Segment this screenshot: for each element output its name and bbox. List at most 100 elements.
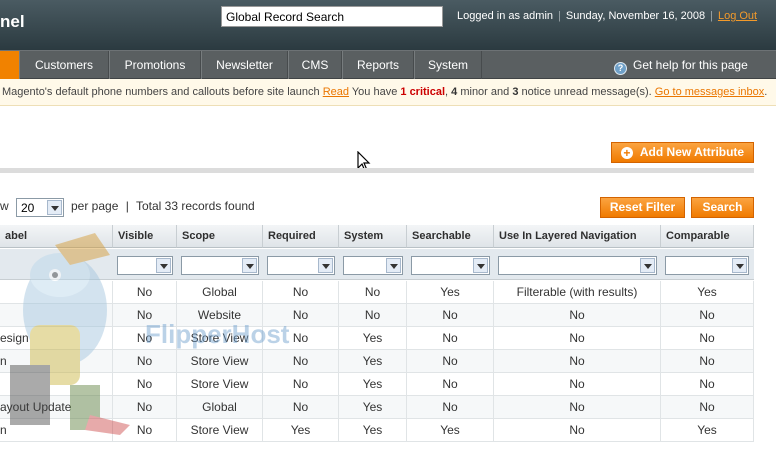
notice-text-5: notice unread message(s).: [518, 86, 655, 98]
main-nav: Customers Promotions Newsletter CMS Repo…: [0, 50, 776, 79]
cell-label: [0, 373, 113, 396]
nav-item-active[interactable]: [0, 51, 19, 79]
chevron-down-icon: [156, 258, 171, 273]
messages-inbox-link[interactable]: Go to messages inbox: [655, 86, 764, 98]
cell-comparable: No: [661, 327, 754, 350]
cell-searchable: No: [407, 350, 494, 373]
logout-link[interactable]: Log Out: [718, 10, 757, 22]
column-header-visible[interactable]: Visible: [113, 225, 177, 248]
chevron-down-icon: [473, 258, 488, 273]
cell-layered-navigation: No: [494, 304, 661, 327]
cell-visible: No: [113, 396, 177, 419]
filter-visible-select[interactable]: [117, 256, 173, 275]
cell-searchable: Yes: [407, 419, 494, 442]
cell-searchable: No: [407, 373, 494, 396]
cell-layered-navigation: No: [494, 327, 661, 350]
table-row[interactable]: No Global No No Yes Filterable (with results)…: [0, 281, 754, 304]
column-header-required[interactable]: Required: [263, 225, 339, 248]
notice-text-1: Magento's default phone numbers and call…: [2, 86, 323, 98]
table-row[interactable]: esign No Store View No Yes No No No: [0, 327, 754, 350]
cell-visible: No: [113, 327, 177, 350]
cell-required: No: [263, 396, 339, 419]
table-row[interactable]: No Website No No No No No: [0, 304, 754, 327]
column-header-layered-navigation[interactable]: Use In Layered Navigation: [494, 225, 661, 248]
cell-required: Yes: [263, 419, 339, 442]
cell-comparable: No: [661, 373, 754, 396]
column-header-comparable[interactable]: Comparable: [661, 225, 754, 248]
cell-system: Yes: [339, 419, 407, 442]
cell-layered-navigation: No: [494, 396, 661, 419]
cell-label: n: [0, 350, 113, 373]
add-new-attribute-button[interactable]: + Add New Attribute: [611, 142, 754, 163]
global-search-input[interactable]: [221, 6, 443, 27]
cell-scope: Store View: [177, 419, 263, 442]
table-row[interactable]: n No Store View Yes Yes Yes No Yes: [0, 419, 754, 442]
nav-item-system[interactable]: System: [414, 51, 482, 79]
cell-visible: No: [113, 419, 177, 442]
filter-row: [0, 249, 754, 280]
cell-searchable: No: [407, 327, 494, 350]
cell-comparable: Yes: [661, 281, 754, 304]
nav-item-promotions[interactable]: Promotions: [109, 51, 201, 79]
nav-item-reports[interactable]: Reports: [342, 51, 414, 79]
column-header-scope[interactable]: Scope: [177, 225, 263, 248]
cell-label: [0, 304, 113, 327]
table-row[interactable]: n No Store View No Yes No No No: [0, 350, 754, 373]
content-divider: [0, 168, 754, 173]
cell-system: Yes: [339, 327, 407, 350]
nav-item-customers[interactable]: Customers: [19, 51, 109, 79]
cell-label: n: [0, 419, 113, 442]
cell-label: esign: [0, 327, 113, 350]
filter-scope-select[interactable]: [181, 256, 259, 275]
chevron-down-icon: [47, 200, 62, 215]
help-link[interactable]: ? Get help for this page: [614, 51, 748, 79]
cell-visible: No: [113, 350, 177, 373]
filter-required-select[interactable]: [267, 256, 335, 275]
pager-separator: |: [125, 199, 129, 213]
filter-system-select[interactable]: [343, 256, 403, 275]
cell-required: No: [263, 281, 339, 304]
cell-required: No: [263, 350, 339, 373]
cell-system: Yes: [339, 350, 407, 373]
add-new-attribute-label: Add New Attribute: [639, 145, 745, 159]
chevron-down-icon: [732, 258, 747, 273]
plus-icon: +: [620, 147, 633, 159]
cell-searchable: No: [407, 396, 494, 419]
chevron-down-icon: [242, 258, 257, 273]
cell-scope: Website: [177, 304, 263, 327]
cell-layered-navigation: No: [494, 419, 661, 442]
cell-label: ayout Update: [0, 396, 113, 419]
filter-searchable-select[interactable]: [411, 256, 490, 275]
date-text: Sunday, November 16, 2008: [565, 10, 706, 22]
cell-system: Yes: [339, 396, 407, 419]
notice-read-link[interactable]: Read: [323, 86, 349, 98]
column-header-searchable[interactable]: Searchable: [407, 225, 494, 248]
logged-in-text: Logged in as admin: [457, 10, 554, 22]
column-header-system[interactable]: System: [339, 225, 407, 248]
notice-text-2: You have: [349, 86, 401, 98]
reset-filter-button[interactable]: Reset Filter: [600, 197, 685, 218]
per-page-value: 20: [21, 201, 35, 215]
cell-required: No: [263, 304, 339, 327]
per-page-label: per page: [71, 199, 119, 213]
cell-comparable: Yes: [661, 419, 754, 442]
nav-item-newsletter[interactable]: Newsletter: [201, 51, 288, 79]
filter-comparable-select[interactable]: [665, 256, 749, 275]
nav-item-cms[interactable]: CMS: [288, 51, 342, 79]
cell-searchable: Yes: [407, 281, 494, 304]
filter-layered-navigation-select[interactable]: [498, 256, 657, 275]
per-page-select[interactable]: 20: [16, 198, 64, 217]
notice-bar: Magento's default phone numbers and call…: [0, 79, 776, 106]
pager-right: per page | Total 33 records found: [71, 199, 255, 213]
cell-system: No: [339, 281, 407, 304]
search-button[interactable]: Search: [691, 197, 754, 218]
cell-layered-navigation: No: [494, 350, 661, 373]
cell-comparable: No: [661, 304, 754, 327]
cell-required: No: [263, 373, 339, 396]
cell-layered-navigation: No: [494, 373, 661, 396]
table-row[interactable]: No Store View No Yes No No No: [0, 373, 754, 396]
help-icon: ?: [614, 62, 627, 75]
notice-text-6: .: [764, 86, 768, 98]
column-header-label[interactable]: abel: [0, 225, 113, 248]
table-row[interactable]: ayout Update No Global No Yes No No No: [0, 396, 754, 419]
